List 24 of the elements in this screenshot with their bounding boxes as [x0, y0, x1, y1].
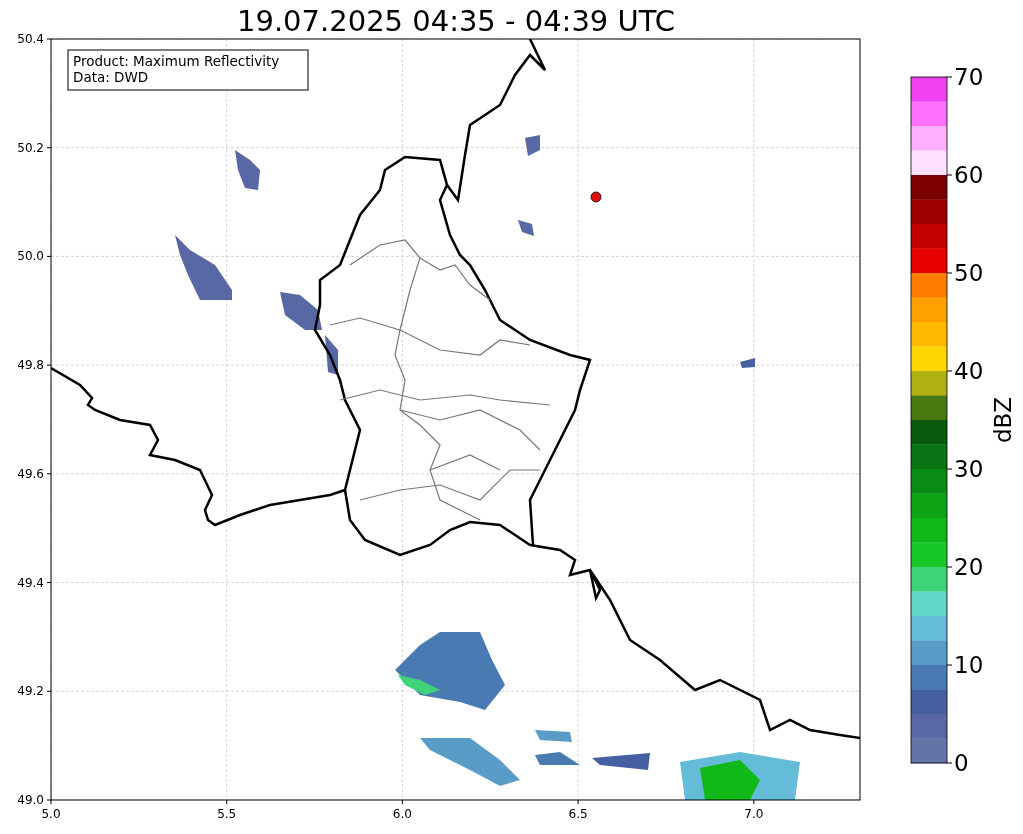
colorbar-tick-label: 60 [954, 162, 984, 188]
axis-tick-label: 49.4 [17, 575, 44, 590]
axis-tick-label: 5.5 [217, 807, 237, 821]
axis-tick-label: 50.0 [17, 249, 44, 264]
colorbar-tick-label: 50 [954, 260, 984, 286]
colorbar-tick-label: 10 [954, 652, 984, 678]
axis-tick-label: 5.0 [41, 807, 61, 821]
axis-tick-label: 50.4 [17, 32, 44, 46]
axis-tick-label: 49.6 [17, 466, 44, 481]
chart-title: 19.07.2025 04:35 - 04:39 UTC [237, 4, 675, 38]
axis-tick-label: 49.2 [17, 684, 44, 699]
axis-tick-label: 49.8 [17, 358, 44, 373]
colorbar-label: dBZ [990, 396, 1016, 444]
colorbar-tick-label: 20 [954, 554, 984, 580]
colorbar-tick-label: 40 [954, 358, 984, 384]
colorbar-tick-label: 0 [954, 750, 969, 776]
axis-tick-label: 49.0 [17, 793, 44, 807]
colorbar-tick-label: 30 [954, 456, 984, 482]
axis-tick-label: 6.0 [392, 807, 412, 821]
info-box: Product: Maximum Reflectivity Data: DWD [67, 49, 309, 91]
colorbar-tick-label: 70 [954, 64, 984, 90]
axis-tick-label: 6.5 [568, 807, 588, 821]
axis-tick-label: 7.0 [744, 807, 764, 821]
axis-tick-label: 50.2 [17, 140, 44, 155]
